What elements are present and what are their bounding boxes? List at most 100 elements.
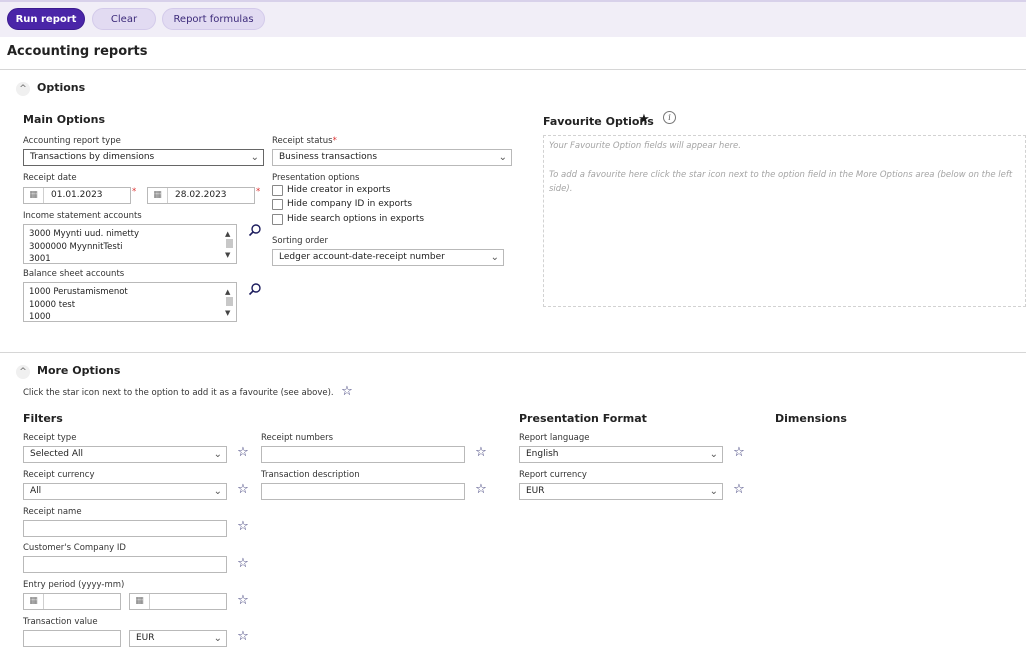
receipt-type-label: Receipt type [23,433,77,443]
transaction-description-input[interactable] [261,483,465,500]
receipt-date-label: Receipt date [23,173,77,183]
hide-company-id-checkbox[interactable]: Hide company ID in exports [272,199,472,211]
calendar-icon[interactable]: ▦ [130,594,150,609]
chevron-down-icon: ⌄ [709,486,718,497]
favourite-star-icon[interactable]: ☆ [236,520,250,534]
receipt-currency-value: All [30,486,42,496]
receipt-name-label: Receipt name [23,507,82,517]
filters-title: Filters [23,412,63,425]
calendar-icon[interactable]: ▦ [24,188,44,203]
checkbox[interactable] [272,185,283,196]
favourite-hint: Your Favourite Option fields will appear… [549,141,741,151]
more-options-section-title: More Options [37,364,121,377]
calendar-icon[interactable]: ▦ [24,594,44,609]
receipt-date-from-value: 01.01.2023 [51,190,103,200]
favourite-star-icon[interactable]: ☆ [732,446,746,460]
divider [0,69,1026,70]
transaction-description-label: Transaction description [261,470,360,480]
favourite-star-icon[interactable]: ☆ [474,483,488,497]
scrollbar[interactable]: ▲ ▼ [222,225,236,263]
list-item[interactable]: 1000 Perustamismenot [29,286,236,299]
receipt-status-value: Business transactions [279,152,378,162]
report-currency-label: Report currency [519,470,587,480]
favourite-star-icon[interactable]: ☆ [236,557,250,571]
receipt-numbers-input[interactable] [261,446,465,463]
receipt-date-from[interactable]: ▦ 01.01.2023 [23,187,131,204]
list-item[interactable]: 10000 test [29,299,236,312]
required-marker: * [256,187,261,197]
report-language-label: Report language [519,433,590,443]
receipt-status-label: Receipt status* [272,136,337,146]
required-marker: * [132,187,137,197]
receipt-status-select[interactable]: Business transactions ⌄ [272,149,512,166]
report-currency-select[interactable]: EUR ⌄ [519,483,723,500]
star-outline-icon: ☆ [341,384,353,399]
balance-accounts-listbox[interactable]: 1000 Perustamismenot 10000 test 1000 ▲ ▼ [23,282,237,322]
receipt-currency-label: Receipt currency [23,470,95,480]
report-language-value: English [526,449,559,459]
transaction-value-currency: EUR [136,633,155,643]
checkbox-label: Hide creator in exports [287,185,391,195]
favourite-star-icon[interactable]: ☆ [732,483,746,497]
favourite-star-icon[interactable]: ☆ [236,630,250,644]
scrollbar[interactable]: ▲ ▼ [222,283,236,321]
entry-period-label: Entry period (yyyy-mm) [23,580,125,590]
list-item[interactable]: 3001 [29,253,236,263]
checkbox-label: Hide company ID in exports [287,199,413,209]
receipt-type-value: Selected All [30,449,84,459]
checkbox[interactable] [272,199,283,210]
income-accounts-listbox[interactable]: 3000 Myynti uud. nimetty 3000000 Myynnit… [23,224,237,264]
checkbox[interactable] [272,214,283,225]
main-options-title: Main Options [23,113,105,126]
scroll-down-icon[interactable]: ▼ [225,249,230,262]
hide-search-options-checkbox[interactable]: Hide search options in exports [272,214,472,226]
info-icon[interactable]: i [663,111,676,124]
receipt-date-to[interactable]: ▦ 28.02.2023 [147,187,255,204]
list-item[interactable]: 1000 [29,311,236,321]
report-type-select[interactable]: Transactions by dimensions ⌄ [23,149,264,166]
entry-period-to[interactable]: ▦ [129,593,227,610]
collapse-options-icon[interactable]: ^ [16,82,30,96]
clear-button[interactable]: Clear [92,8,156,30]
checkbox-label: Hide search options in exports [287,214,425,224]
report-language-select[interactable]: English ⌄ [519,446,723,463]
favourite-star-icon[interactable]: ☆ [474,446,488,460]
toolbar: Run report Clear Report formulas [0,0,1026,37]
favourite-instructions: To add a favourite here click the star i… [549,170,1013,194]
hide-creator-checkbox[interactable]: Hide creator in exports [272,185,472,197]
scrollbar-thumb[interactable] [226,297,233,306]
chevron-down-icon: ⌄ [250,152,259,163]
list-item[interactable]: 3000000 MyynnitTesti [29,241,236,254]
page-title: Accounting reports [7,44,148,59]
receipt-numbers-label: Receipt numbers [261,433,334,443]
report-type-label: Accounting report type [23,136,121,146]
chevron-down-icon: ⌄ [709,449,718,460]
run-report-button[interactable]: Run report [7,8,85,30]
scroll-down-icon[interactable]: ▼ [225,307,230,320]
transaction-value-currency-select[interactable]: EUR ⌄ [129,630,227,647]
favourite-star-icon[interactable]: ☆ [236,446,250,460]
list-item[interactable]: 3000 Myynti uud. nimetty [29,228,236,241]
receipt-currency-select[interactable]: All ⌄ [23,483,227,500]
chevron-down-icon: ⌄ [498,152,507,163]
customer-company-id-input[interactable] [23,556,227,573]
favourite-options-dropzone: Your Favourite Option fields will appear… [543,135,1026,307]
chevron-down-icon: ⌄ [213,486,222,497]
report-formulas-button[interactable]: Report formulas [162,8,265,30]
search-icon[interactable] [248,223,262,237]
search-icon[interactable] [248,282,262,296]
calendar-icon[interactable]: ▦ [148,188,168,203]
favourite-star-icon[interactable]: ☆ [236,594,250,608]
receipt-type-select[interactable]: Selected All ⌄ [23,446,227,463]
entry-period-from[interactable]: ▦ [23,593,121,610]
sorting-order-value: Ledger account-date-receipt number [279,252,445,262]
sorting-order-select[interactable]: Ledger account-date-receipt number ⌄ [272,249,504,266]
receipt-name-input[interactable] [23,520,227,537]
report-type-value: Transactions by dimensions [30,152,155,162]
transaction-value-input[interactable] [23,630,121,647]
scrollbar-thumb[interactable] [226,239,233,248]
star-filled-icon: ★ [638,112,650,127]
favourite-star-icon[interactable]: ☆ [236,483,250,497]
collapse-more-options-icon[interactable]: ^ [16,365,30,379]
divider [0,352,1026,353]
